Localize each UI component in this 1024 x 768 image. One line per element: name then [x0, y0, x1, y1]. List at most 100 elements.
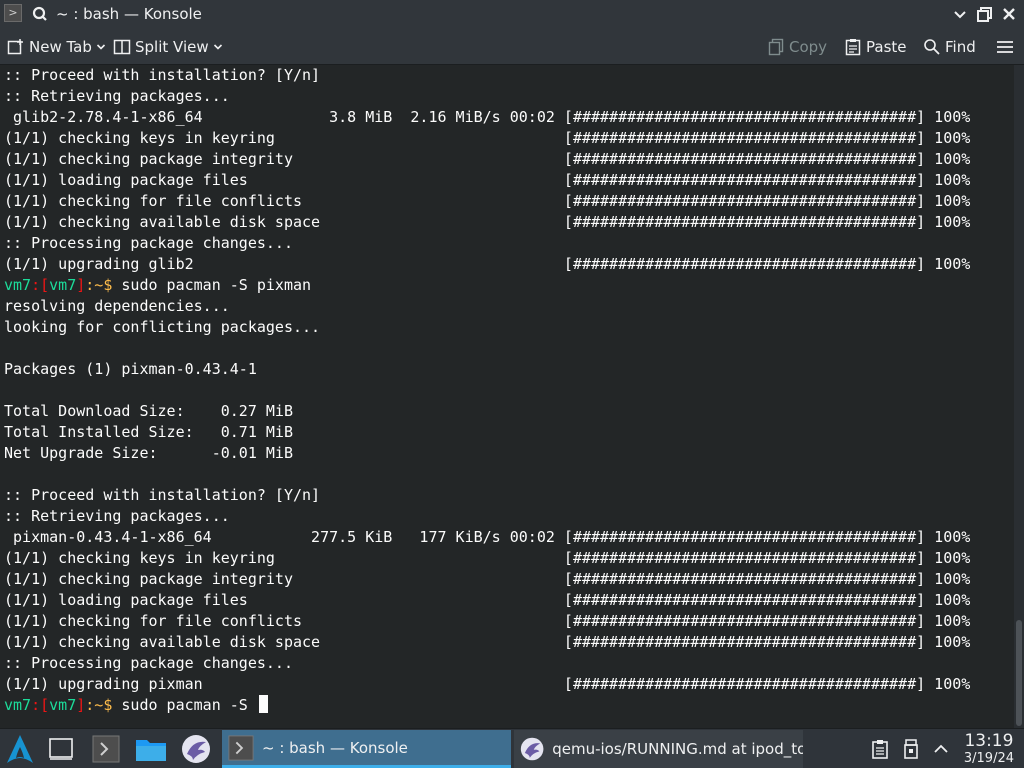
- prompt-bracket: [: [40, 276, 50, 294]
- terminal-line: glib2-2.78.4-1-x86_64 3.8 MiB 2.16 MiB/s…: [4, 108, 971, 126]
- copy-icon: [768, 38, 784, 55]
- terminal-text: :: Proceed with installation? [Y/n]:: Re…: [0, 65, 1014, 716]
- text-cursor: [258, 695, 268, 713]
- terminal-line: (1/1) upgrading pixman [################…: [4, 675, 971, 693]
- prompt-bracket: ]: [76, 276, 86, 294]
- folder-icon: [136, 739, 166, 761]
- terminal-icon: [228, 734, 254, 761]
- terminal-line: Net Upgrade Size: -0.01 MiB: [4, 444, 293, 462]
- terminal-line: (1/1) checking keys in keyring [########…: [4, 129, 971, 147]
- terminal-line: :: Proceed with installation? [Y/n]: [4, 66, 321, 84]
- task-falkon[interactable]: qemu-ios/RUNNING.md at ipod_to…: [514, 730, 803, 768]
- terminal-line: looking for conflicting packages...: [4, 318, 321, 336]
- terminal-line: :: Retrieving packages...: [4, 87, 230, 105]
- chevron-down-icon: [96, 43, 105, 50]
- prompt-path: :~$: [85, 276, 113, 294]
- terminal-line: Total Download Size: 0.27 MiB: [4, 402, 293, 420]
- terminal-line: resolving dependencies...: [4, 297, 230, 315]
- hamburger-menu-button[interactable]: [996, 29, 1014, 64]
- task-label: qemu-ios/RUNNING.md at ipod_to…: [552, 740, 803, 758]
- show-desktop-icon: [49, 737, 73, 760]
- find-button[interactable]: Find: [923, 29, 976, 64]
- terminal-line: :: Retrieving packages...: [4, 507, 230, 525]
- falkon-browser-icon: [520, 737, 544, 761]
- minimize-icon[interactable]: [949, 4, 971, 24]
- task-konsole[interactable]: ~ : bash — Konsole: [222, 730, 511, 768]
- prompt-separator: :: [31, 276, 41, 294]
- terminal-line: (1/1) checking available disk space [###…: [4, 633, 971, 651]
- new-tab-button[interactable]: New Tab: [7, 29, 106, 64]
- prompt-command: sudo pacman -S: [112, 696, 257, 714]
- scrollbar-thumb[interactable]: [1016, 620, 1022, 726]
- digital-clock[interactable]: 13:19 3/19/24: [964, 731, 1014, 767]
- terminal-line: (1/1) checking for file conflicts [#####…: [4, 612, 971, 630]
- terminal-line: :: Processing package changes...: [4, 654, 293, 672]
- terminal-line: (1/1) checking for file conflicts [#####…: [4, 192, 971, 210]
- prompt-line: vm7:[vm7]:~$ sudo pacman -S pixman: [4, 275, 1014, 296]
- prompt-user: vm7: [49, 276, 77, 294]
- taskbar: ~ : bash — Konsole qemu-ios/RUNNING.md a…: [0, 728, 1024, 768]
- new-tab-icon: [7, 38, 23, 54]
- split-view-icon: [113, 39, 131, 54]
- hamburger-menu-icon: [997, 40, 1013, 53]
- terminal-line: :: Proceed with installation? [Y/n]: [4, 486, 321, 504]
- chevron-up-icon: [934, 744, 948, 753]
- clipboard-tray-button[interactable]: [871, 729, 889, 768]
- task-label: ~ : bash — Konsole: [262, 738, 408, 757]
- terminal-icon[interactable]: >: [4, 4, 22, 22]
- new-tab-label: New Tab: [29, 37, 92, 56]
- prompt-separator: :: [31, 696, 41, 714]
- terminal-line: Total Installed Size: 0.71 MiB: [4, 423, 293, 441]
- show-hidden-icons-button[interactable]: [932, 729, 950, 768]
- clock-date: 3/19/24: [963, 751, 1014, 766]
- device-notifier-button[interactable]: [903, 729, 919, 768]
- split-view-button[interactable]: Split View: [113, 29, 223, 64]
- prompt-line: vm7:[vm7]:~$ sudo pacman -S: [4, 695, 1014, 716]
- prompt-user: vm7: [49, 696, 77, 714]
- konsole-launcher[interactable]: [92, 729, 120, 768]
- prompt-host: vm7: [4, 696, 32, 714]
- terminal-line: (1/1) loading package files [###########…: [4, 591, 971, 609]
- terminal-line: (1/1) checking package integrity [######…: [4, 570, 971, 588]
- usb-device-icon: [904, 738, 918, 759]
- close-icon[interactable]: [998, 4, 1020, 24]
- arch-launcher-icon: [7, 734, 33, 763]
- pin-icon[interactable]: [31, 5, 49, 23]
- prompt-bracket: ]: [76, 696, 86, 714]
- window-title: ~ : bash — Konsole: [56, 5, 202, 23]
- paste-label: Paste: [866, 37, 907, 56]
- copy-button[interactable]: Copy: [767, 29, 827, 64]
- terminal-icon: [92, 735, 120, 762]
- find-label: Find: [945, 37, 976, 56]
- prompt-path: :~$: [85, 696, 113, 714]
- maximize-icon[interactable]: [974, 4, 996, 24]
- paste-button[interactable]: Paste: [844, 29, 907, 64]
- show-desktop-button[interactable]: [48, 729, 74, 768]
- konsole-toolbar: New Tab Split View Copy Paste Find: [0, 29, 1024, 65]
- prompt-host: vm7: [4, 276, 32, 294]
- terminal-line: (1/1) checking keys in keyring [########…: [4, 549, 971, 567]
- prompt-bracket: [: [40, 696, 50, 714]
- copy-label: Copy: [789, 37, 828, 56]
- file-manager-launcher[interactable]: [135, 729, 167, 768]
- terminal-output[interactable]: :: Proceed with installation? [Y/n]:: Re…: [0, 65, 1014, 728]
- paste-icon: [845, 38, 861, 55]
- application-launcher[interactable]: [4, 729, 36, 768]
- terminal-line: Packages (1) pixman-0.43.4-1: [4, 360, 257, 378]
- window-titlebar[interactable]: > ~ : bash — Konsole: [0, 0, 1024, 29]
- falkon-browser-icon: [182, 734, 210, 763]
- chevron-down-icon: [213, 43, 222, 50]
- search-icon: [924, 38, 940, 55]
- terminal-scrollbar[interactable]: [1014, 65, 1024, 728]
- terminal-line: :: Processing package changes...: [4, 234, 293, 252]
- terminal-line: pixman-0.43.4-1-x86_64 277.5 KiB 177 KiB…: [4, 528, 971, 546]
- terminal-line: (1/1) checking package integrity [######…: [4, 150, 971, 168]
- clock-time: 13:19: [964, 731, 1014, 751]
- terminal-line: (1/1) upgrading glib2 [#################…: [4, 255, 971, 273]
- falkon-launcher[interactable]: [181, 729, 211, 768]
- split-view-label: Split View: [135, 37, 209, 56]
- terminal-line: (1/1) loading package files [###########…: [4, 171, 971, 189]
